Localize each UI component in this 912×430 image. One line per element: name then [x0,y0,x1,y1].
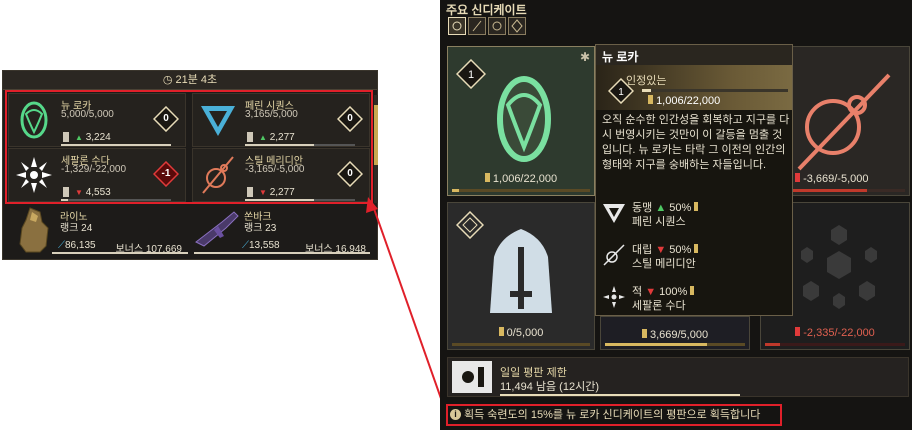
svg-text:1: 1 [618,87,624,98]
rep-value: ⟋13,558 [242,240,280,251]
relation-faction: 세팔론 수다 [632,300,686,312]
scrollbar-thumb[interactable] [374,105,378,165]
cephalon-emblem-icon [603,286,625,308]
syndicate-tab-3[interactable] [488,17,506,35]
relation-ally: 동맹 ▲ 50% 페린 시퀀스 [602,197,790,233]
card-progress-bar [605,343,745,346]
mastery-icon: ⟋ [58,240,65,251]
crystal-icon [511,19,523,33]
relation-faction: 스틸 메리디안 [632,258,696,270]
steel-meridian-emblem-icon [603,244,625,266]
token-icon [498,327,504,336]
relation-enemy: 적 ▼ 100% 세팔론 수다 [602,281,790,317]
hex-grid-icon [452,21,462,31]
clock-icon: ◷ [162,74,173,86]
timer-text: 21분 4초 [175,74,218,86]
warframe-rhino-icon [19,207,49,253]
tooltip-reputation: 1,006/22,000 [648,95,720,107]
syndicate-tab-4[interactable] [508,17,526,35]
token-icon [795,327,801,336]
rep-bar [194,252,370,254]
rep-rank: 랭크 23 [244,223,277,234]
token-icon [484,173,490,182]
pledge-info-line: i 획득 숙련도의 15%를 뉴 로카 신디케이트의 평판으로 획득합니다 [446,404,782,426]
daily-limit-bar [500,394,740,396]
highlight-box-factions [5,90,373,204]
perrin-emblem-icon [603,204,625,223]
weapon-thornbak-icon [195,211,239,247]
token-icon [641,329,647,338]
card-value: 1,006/22,000 [448,173,594,185]
syndicate-card-hexis[interactable]: 0/5,000 [447,202,595,350]
rank-diamond-icon: 1 [456,59,486,89]
feather-icon [472,20,482,32]
pledge-info-text: 획득 숙련도의 15%를 뉴 로카 신디케이트의 평판으로 획득합니다 [464,409,761,421]
card-value: -2,335/-22,000 [761,327,909,339]
token-icon [648,95,653,104]
rep-value: ⟋86,135 [58,240,96,251]
new-loka-emblem-icon [497,76,551,162]
syndicate-card-new-loka[interactable]: 1 1,006/22,000 [447,46,595,196]
daily-standing-limit: 일일 평판 제한 11,494 남음 (12시간) [447,357,909,397]
rep-bar [52,252,188,254]
cephalon-emblem-icon [801,225,877,309]
panel-title: 주요 신디케이트 [446,3,527,17]
scrollbar[interactable] [374,95,378,203]
rep-card-thornbak[interactable]: 쏜바크 랭크 23 ⟋13,558 보너스 16,948 [192,206,372,256]
standing-title: 인정있는 [626,75,667,87]
rep-rank: 랭크 24 [60,223,93,234]
annotation-arrow [366,197,450,413]
card-value: 3,669/5,000 [601,329,749,341]
svg-text:1: 1 [468,69,474,81]
card-value: -3,669/-5,000 [795,173,912,185]
rank-diamond-icon [456,211,484,239]
syndicate-tab-1[interactable] [448,17,466,35]
syndicate-card-perrin[interactable]: 3,669/5,000 [600,316,750,350]
settings-icon[interactable]: ✱ [580,50,590,64]
daily-limit-value: 11,494 남음 (12시간) [500,381,599,393]
card-value: 0/5,000 [448,327,594,339]
tooltip-description: 오직 순수한 인간성을 회복하고 지구를 다시 번영시키는 것만이 이 갈등을 … [602,114,790,171]
token-icon [795,173,800,182]
gear-icon [492,21,502,31]
card-progress-bar [452,343,590,346]
syndicate-tooltip: 뉴 로카 1 인정있는 1,006/22,000 오직 순수한 인간성을 회복하… [595,44,793,316]
token-icon [694,244,699,253]
daily-limit-icon [452,361,492,393]
tooltip-title: 뉴 로카 [602,50,639,64]
hexis-emblem-icon [490,229,552,313]
token-icon [690,286,695,295]
standing-bar [642,89,788,92]
rep-card-arbiters[interactable]: 라이노 랭크 24 ⟋86,135 보너스 107,669 [8,206,188,256]
syndicate-tab-2[interactable] [468,17,486,35]
relation-faction: 페린 시퀀스 [632,216,686,228]
card-progress-bar [765,343,905,346]
relation-opposed: 대립 ▼ 50% 스틸 메리디안 [602,239,790,275]
standing-bar-fill [642,89,651,92]
token-icon [694,202,699,211]
timer-bar: ◷ 21분 4초 [3,71,377,90]
mastery-icon: ⟋ [242,240,249,251]
info-icon: i [450,409,461,420]
card-progress-bar [452,189,590,192]
steel-meridian-emblem-icon [797,73,891,171]
